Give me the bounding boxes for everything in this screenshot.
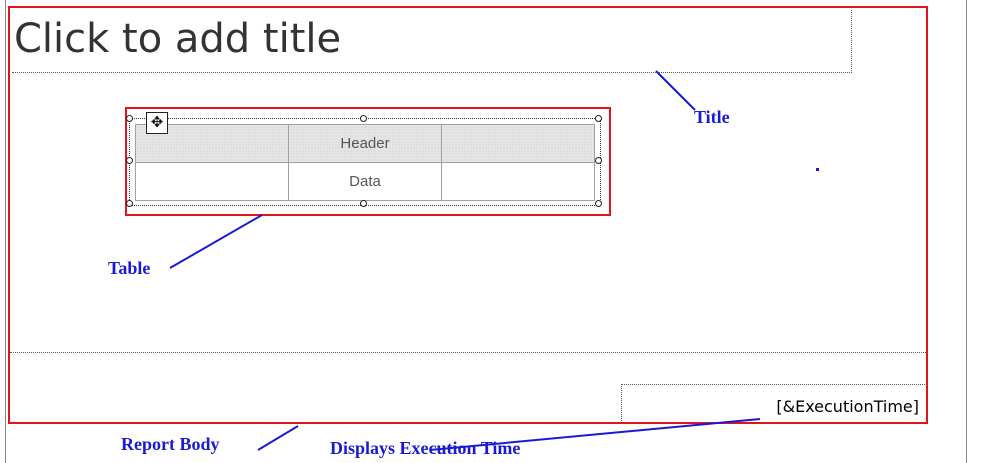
callout-title: Title <box>694 107 730 127</box>
report-body-leader-line <box>257 425 299 451</box>
callout-report-body: Report Body <box>121 434 220 454</box>
callout-table: Table <box>108 258 151 278</box>
table-leader-line <box>169 214 263 269</box>
callout-leaders <box>169 70 761 451</box>
callout-execution-time: Displays Execution Time <box>330 438 521 458</box>
title-leader-line <box>655 70 696 111</box>
annotation-dot <box>816 168 819 171</box>
